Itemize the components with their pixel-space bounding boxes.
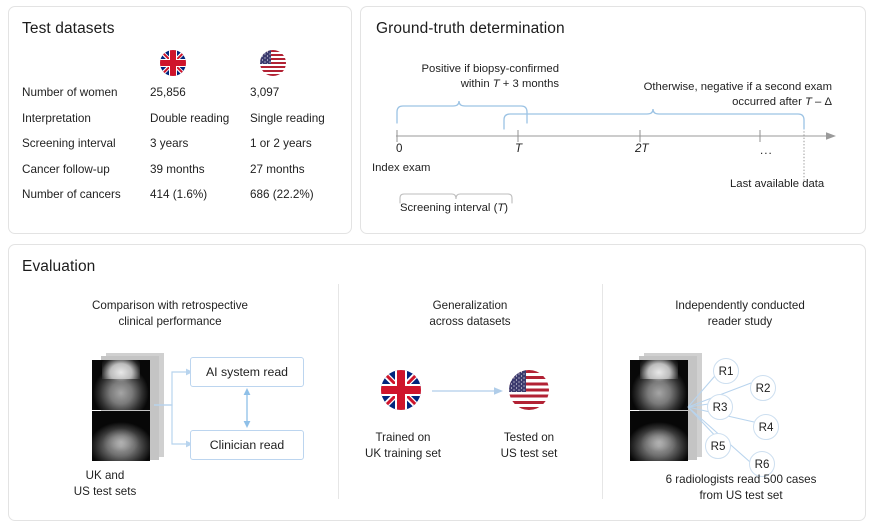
negative-note-var: T	[805, 96, 812, 108]
index-exam-label: Index exam	[372, 161, 430, 176]
comparison-subtitle-line2: clinical performance	[118, 315, 221, 328]
reader-study-subtitle-line1: Independently conducted	[675, 299, 805, 312]
table-row: Number of cancers 414 (1.6%) 686 (22.2%)	[22, 188, 332, 214]
axis-tick-2T: 2T	[635, 142, 649, 157]
reader-circle-r5: R5	[705, 433, 731, 459]
generalization-subtitle-line2: across datasets	[429, 315, 510, 328]
last-available-data-label: Last available data	[730, 177, 824, 192]
us-value: Single reading	[250, 112, 325, 125]
comparison-caption-line2: US test sets	[74, 485, 137, 498]
us-value: 3,097	[250, 86, 279, 99]
table-row: Number of women 25,856 3,097	[22, 86, 332, 112]
table-row: Cancer follow-up 39 months 27 months	[22, 163, 332, 189]
trained-on-line2: UK training set	[365, 447, 441, 460]
negative-criterion-note: Otherwise, negative if a second exam occ…	[562, 80, 832, 109]
trained-on-caption: Trained on UK training set	[348, 430, 458, 462]
us-value: 1 or 2 years	[250, 137, 312, 150]
comparison-caption: UK and US test sets	[40, 468, 170, 500]
positive-note-line2-post: + 3 months	[500, 78, 559, 90]
ai-system-read-box[interactable]: AI system read	[190, 357, 304, 387]
uk-value: 3 years	[150, 137, 250, 150]
positive-criterion-note: Positive if biopsy-confirmed within T + …	[389, 62, 559, 91]
reader-circle-r3: R3	[707, 394, 733, 420]
us-value: 27 months	[250, 163, 305, 176]
us-value: 686 (22.2%)	[250, 188, 314, 201]
row-label: Interpretation	[22, 112, 150, 125]
row-label: Number of women	[22, 86, 150, 99]
axis-tick-0: 0	[396, 142, 402, 157]
table-row: Screening interval 3 years 1 or 2 years	[22, 137, 332, 163]
negative-note-line1: Otherwise, negative if a second exam	[644, 81, 832, 93]
section-divider-1	[338, 284, 339, 499]
screening-interval-pre: Screening interval (	[400, 202, 497, 214]
comparison-caption-line1: UK and	[86, 469, 125, 482]
reader-circle-r4: R4	[753, 414, 779, 440]
generalization-subtitle-line1: Generalization	[433, 299, 508, 312]
uk-value: 25,856	[150, 86, 250, 99]
screening-interval-post: )	[504, 202, 508, 214]
us-flag-icon-generalization	[509, 370, 549, 415]
trained-on-line1: Trained on	[376, 431, 431, 444]
reader-study-caption-line2: from US test set	[699, 489, 782, 502]
uk-flag-icon	[160, 50, 186, 81]
uk-value: 39 months	[150, 163, 250, 176]
row-label: Number of cancers	[22, 188, 150, 201]
negative-note-line2-pre: occurred after	[732, 96, 805, 108]
comparison-subtitle: Comparison with retrospective clinical p…	[35, 298, 305, 329]
uk-flag-icon-generalization	[381, 370, 421, 415]
uk-value: 414 (1.6%)	[150, 188, 250, 201]
evaluation-title: Evaluation	[22, 258, 95, 276]
timeline-diagram	[360, 6, 866, 234]
comparison-subtitle-line1: Comparison with retrospective	[92, 299, 248, 312]
datasets-table: Number of women 25,856 3,097 Interpretat…	[22, 86, 332, 214]
row-label: Cancer follow-up	[22, 163, 150, 176]
reader-study-subtitle-line2: reader study	[708, 315, 772, 328]
tested-on-line1: Tested on	[504, 431, 554, 444]
clinician-read-box[interactable]: Clinician read	[190, 430, 304, 460]
uk-value: Double reading	[150, 112, 250, 125]
screening-interval-label: Screening interval (T)	[400, 201, 508, 216]
generalization-subtitle: Generalization across datasets	[350, 298, 590, 329]
axis-tick-T: T	[515, 142, 522, 157]
reader-study-caption: 6 radiologists read 500 cases from US te…	[612, 472, 870, 504]
us-flag-icon	[260, 50, 286, 81]
reader-circle-r1: R1	[713, 358, 739, 384]
row-label: Screening interval	[22, 137, 150, 150]
test-datasets-title: Test datasets	[22, 20, 115, 38]
negative-note-line2-post: – Δ	[812, 96, 832, 108]
generalization-arrow	[430, 382, 510, 400]
table-row: Interpretation Double reading Single rea…	[22, 112, 332, 138]
reader-circle-r2: R2	[750, 375, 776, 401]
section-divider-2	[602, 284, 603, 499]
reader-study-caption-line1: 6 radiologists read 500 cases	[666, 473, 817, 486]
positive-note-var: T	[493, 78, 500, 90]
reader-study-subtitle: Independently conducted reader study	[615, 298, 865, 329]
positive-note-line1: Positive if biopsy-confirmed	[422, 63, 560, 75]
tested-on-line2: US test set	[501, 447, 558, 460]
tested-on-caption: Tested on US test set	[474, 430, 584, 462]
positive-note-line2-pre: within	[461, 78, 493, 90]
axis-tick-ellipsis: ...	[760, 144, 773, 159]
